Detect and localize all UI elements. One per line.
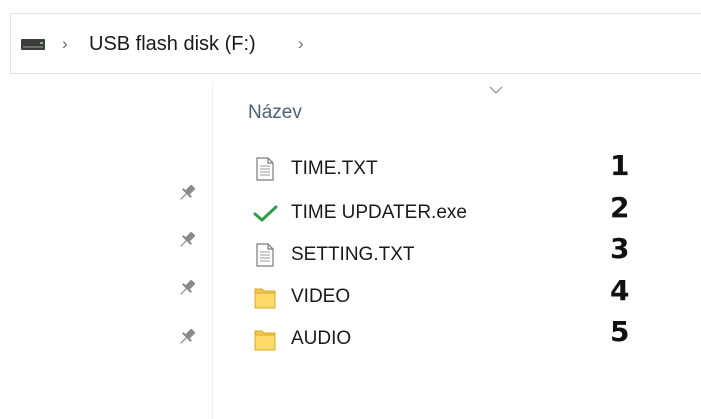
breadcrumb-location[interactable]: USB flash disk (F:) [89, 33, 256, 55]
text-file-icon [256, 243, 274, 267]
annotation-number: 1 [610, 149, 630, 182]
list-item[interactable]: VIDEO [248, 280, 548, 314]
file-name[interactable]: AUDIO [291, 328, 351, 350]
navigation-pane [0, 75, 212, 419]
text-file-icon [256, 157, 274, 181]
usb-drive-icon [21, 39, 45, 50]
folder-icon [254, 288, 276, 309]
folder-icon [254, 330, 276, 351]
breadcrumb-chevron-icon[interactable]: › [62, 33, 68, 55]
file-name[interactable]: TIME UPDATER.exe [291, 202, 467, 224]
pin-icon[interactable] [176, 326, 198, 348]
list-item[interactable]: TIME UPDATER.exe [248, 196, 548, 230]
list-item[interactable]: SETTING.TXT [248, 238, 548, 272]
annotation-number: 4 [610, 274, 630, 307]
pin-icon[interactable] [176, 182, 198, 204]
pin-icon[interactable] [176, 229, 198, 251]
pane-divider[interactable] [212, 82, 213, 419]
green-checkmark-icon [253, 205, 278, 222]
file-name[interactable]: SETTING.TXT [291, 244, 415, 266]
annotation-number: 5 [610, 315, 630, 348]
annotation-number: 3 [610, 232, 630, 265]
file-name[interactable]: VIDEO [291, 286, 350, 308]
address-bar[interactable]: › USB flash disk (F:) › [10, 13, 701, 74]
pin-icon[interactable] [176, 277, 198, 299]
annotation-number: 2 [610, 191, 630, 224]
breadcrumb-chevron-icon[interactable]: › [298, 33, 304, 55]
list-item[interactable]: TIME.TXT [248, 152, 548, 186]
file-name[interactable]: TIME.TXT [291, 158, 378, 180]
sort-chevron-icon[interactable] [488, 85, 504, 95]
list-item[interactable]: AUDIO [248, 322, 548, 356]
column-header-name[interactable]: Název [248, 101, 302, 125]
